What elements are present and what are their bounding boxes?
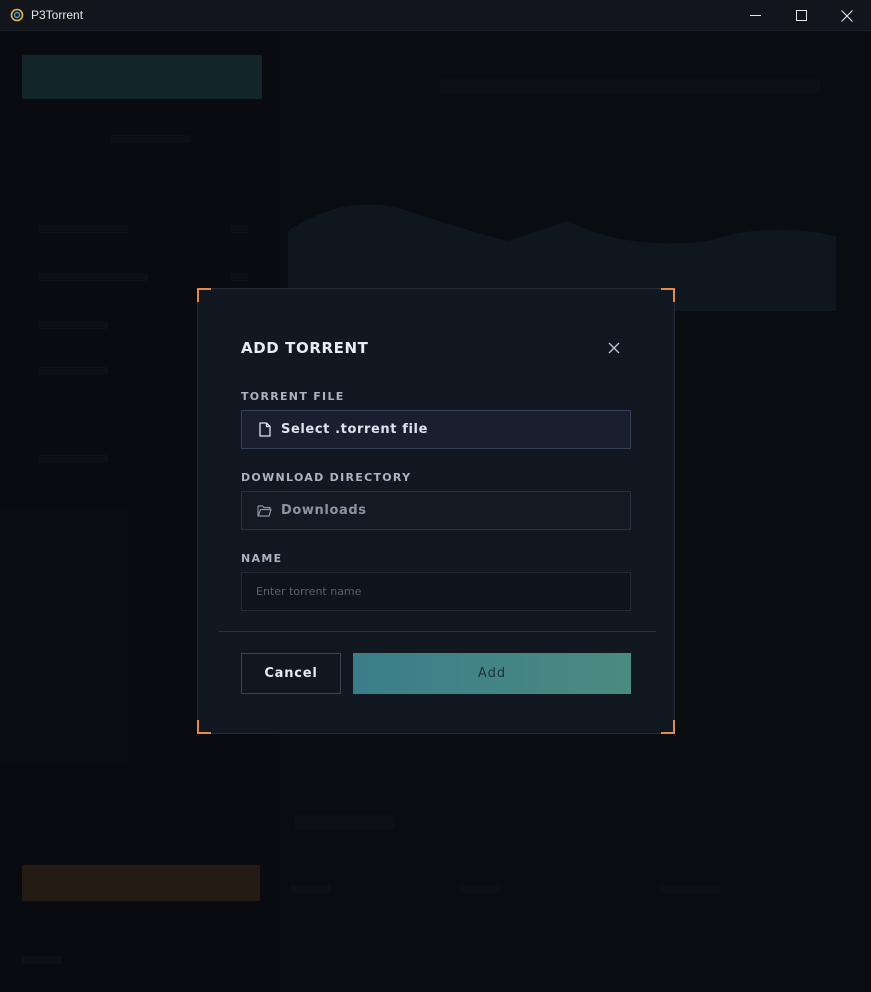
window-close-button[interactable]: [824, 0, 870, 31]
name-field[interactable]: [241, 572, 631, 611]
name-input[interactable]: [256, 585, 616, 598]
corner-accent: [197, 720, 211, 734]
minimize-button[interactable]: [732, 0, 778, 31]
minimize-icon: [749, 15, 761, 16]
torrent-file-value: Select .torrent file: [281, 422, 429, 437]
torrent-file-picker[interactable]: Select .torrent file: [241, 410, 631, 449]
name-label: NAME: [241, 552, 283, 565]
close-icon: [608, 342, 620, 354]
folder-icon: [257, 503, 272, 519]
download-directory-picker[interactable]: Downloads: [241, 491, 631, 530]
window-close-icon: [841, 9, 853, 22]
window-title: P3Torrent: [31, 8, 84, 22]
app-logo-icon: [10, 8, 24, 22]
torrent-file-label: TORRENT FILE: [241, 390, 345, 403]
add-button[interactable]: Add: [353, 653, 631, 694]
download-directory-value: Downloads: [281, 503, 367, 518]
corner-accent: [661, 720, 675, 734]
file-icon: [257, 422, 272, 438]
maximize-icon: [795, 10, 807, 21]
cancel-button[interactable]: Cancel: [241, 653, 341, 694]
dialog-close-button[interactable]: [603, 337, 625, 359]
dialog-divider: [218, 631, 656, 632]
maximize-button[interactable]: [778, 0, 824, 31]
add-torrent-dialog: ADD TORRENT TORRENT FILE Select .torrent…: [197, 288, 675, 734]
corner-accent: [661, 288, 675, 302]
dialog-title: ADD TORRENT: [241, 339, 369, 357]
corner-accent: [197, 288, 211, 302]
window-titlebar: P3Torrent: [0, 0, 871, 31]
download-directory-label: DOWNLOAD DIRECTORY: [241, 471, 412, 484]
